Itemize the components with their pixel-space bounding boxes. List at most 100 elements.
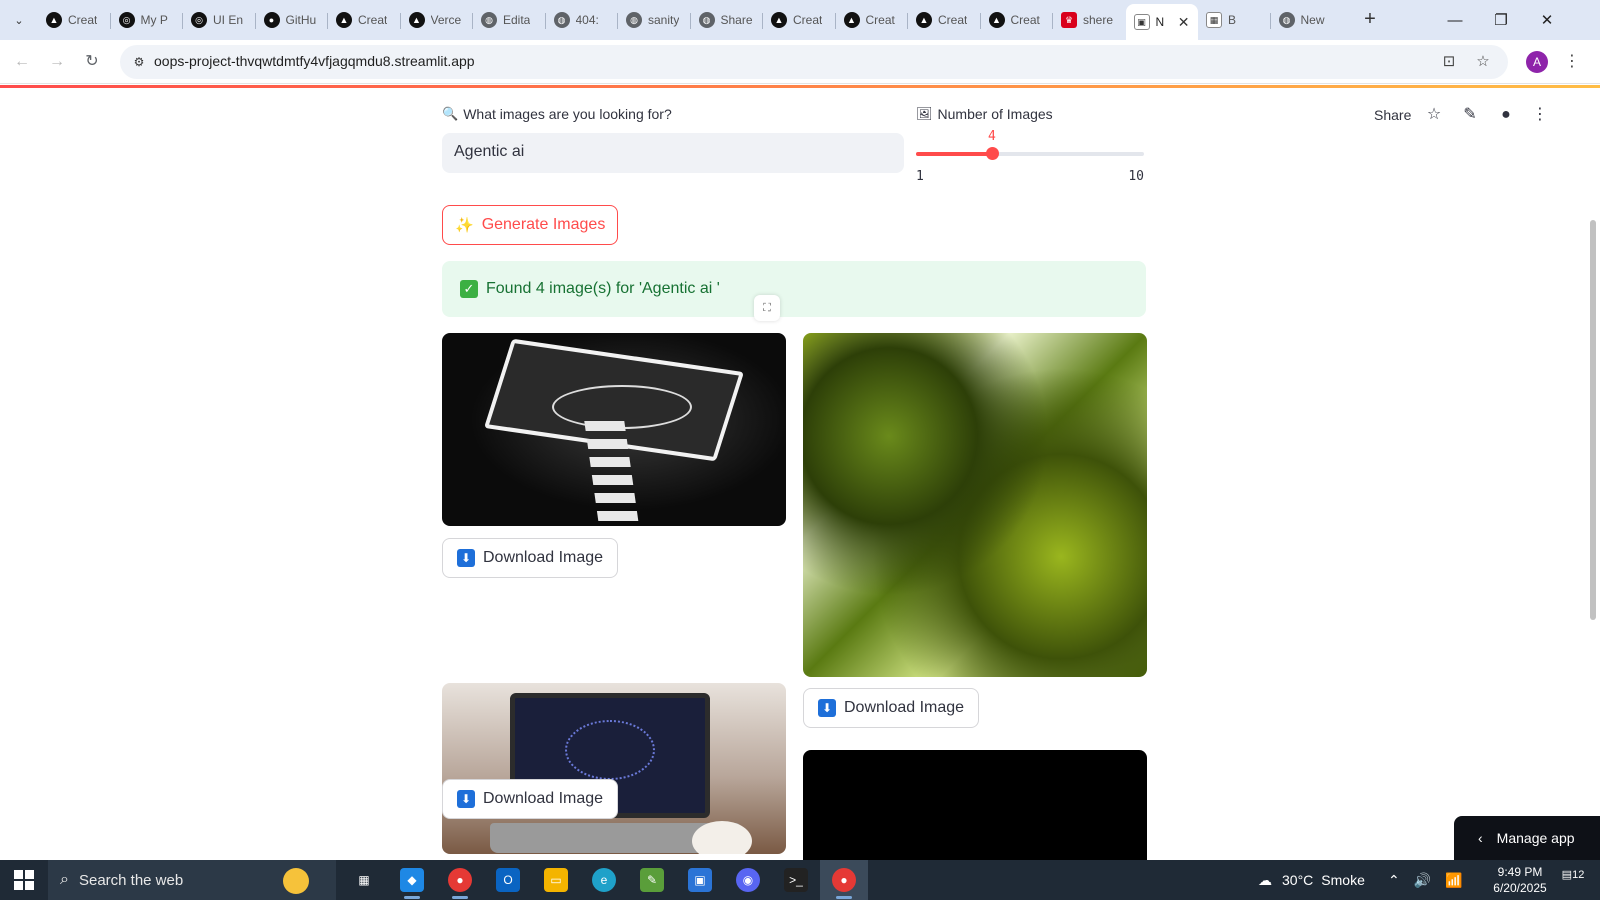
close-window-icon[interactable]: ✕	[1524, 0, 1570, 40]
slider-fill	[916, 152, 992, 156]
magnifier-icon: 🔍	[442, 106, 459, 121]
browser-menu-icon[interactable]: ⋮	[1564, 50, 1580, 74]
search-input[interactable]: Agentic ai	[442, 133, 904, 173]
download-image-button-3[interactable]: ⬇ Download Image	[442, 779, 619, 819]
back-icon[interactable]: ←	[10, 50, 34, 74]
tab-search-chevron-icon[interactable]: ⌄	[6, 8, 32, 32]
vscode-icon[interactable]: ◆	[388, 860, 436, 900]
app-menu-icon[interactable]: ⋮	[1528, 103, 1552, 127]
forward-icon[interactable]: →	[45, 50, 69, 74]
chrome-profile-icon[interactable]: ●	[436, 860, 484, 900]
install-app-icon[interactable]: ⊡	[1438, 51, 1460, 73]
slider-min: 1	[916, 169, 924, 184]
browser-tab-15[interactable]: ♛ shere	[1053, 6, 1125, 34]
new-tab-button[interactable]: +	[1356, 8, 1384, 32]
browser-tab-11[interactable]: ▲ Creat	[763, 6, 835, 34]
browser-tab-7[interactable]: ◍ Edita	[473, 6, 545, 34]
chrome-icon[interactable]: ●	[820, 860, 868, 900]
manage-app-button[interactable]: ‹ Manage app	[1454, 816, 1600, 860]
download-arrow-icon: ⬇	[457, 549, 475, 567]
restore-icon[interactable]: ❐	[1478, 0, 1524, 40]
search-field-label: 🔍 What images are you looking for?	[442, 106, 672, 122]
browser-tab-8[interactable]: ◍ 404:	[546, 6, 618, 34]
generate-images-button[interactable]: ✨ Generate Images	[442, 205, 619, 245]
browser-tab-4[interactable]: ● GitHu	[256, 6, 328, 34]
globe-icon: ◍	[1278, 12, 1295, 28]
taskbar-clock[interactable]: 9:49 PM 6/20/2025	[1478, 864, 1562, 896]
tab-label: New	[1300, 13, 1325, 27]
success-alert: ✓ Found 4 image(s) for 'Agentic ai '	[442, 261, 1146, 317]
picture-icon: 🖼	[916, 106, 933, 121]
browser-tab-14[interactable]: ▲ Creat	[981, 6, 1053, 34]
bookmark-star-icon[interactable]: ☆	[1472, 51, 1494, 73]
weather-smoke-icon: ☁	[1258, 871, 1272, 888]
notification-center-icon[interactable]: ▤12	[1558, 868, 1588, 892]
outlook-icon[interactable]: O	[484, 860, 532, 900]
download-image-button-1[interactable]: ⬇ Download Image	[442, 538, 619, 578]
browser-tab-17[interactable]: ▦ B	[1198, 6, 1270, 34]
edit-pencil-icon[interactable]: ✎	[1458, 103, 1482, 127]
share-button[interactable]: Share	[1374, 103, 1411, 127]
store-icon[interactable]: ▣	[676, 860, 724, 900]
share-label: Share	[1374, 107, 1412, 123]
tab-label: Verce	[430, 13, 462, 27]
tab-label: Creat	[358, 13, 388, 27]
browser-tab-6[interactable]: ▲ Verce	[401, 6, 473, 34]
browser-tab-2[interactable]: ◎ My P	[111, 6, 183, 34]
globe-icon: ◍	[481, 12, 497, 28]
openai-logo-icon: ◎	[191, 12, 207, 28]
check-icon: ✓	[460, 280, 478, 298]
browser-tab-10[interactable]: ◍ Share	[691, 6, 763, 34]
tab-label: Share	[720, 13, 753, 27]
streamlit-image-icon: ▣	[1133, 14, 1150, 30]
favorite-star-icon[interactable]: ☆	[1422, 103, 1446, 127]
page-scrollbar[interactable]	[1590, 220, 1596, 620]
notification-count: 12	[1572, 869, 1585, 881]
result-image-4	[803, 750, 1147, 860]
slider-thumb[interactable]	[985, 147, 999, 160]
tab-label: Creat	[793, 13, 823, 27]
triangle-logo-icon: ▲	[408, 12, 425, 28]
github-icon[interactable]: ●	[1494, 103, 1518, 127]
browser-tab-9[interactable]: ◍ sanity	[618, 6, 690, 34]
notepad-icon[interactable]: ✎	[628, 860, 676, 900]
browser-tab-18[interactable]: ◍ New	[1271, 6, 1343, 34]
browser-tab-3[interactable]: ◎ UI En	[183, 6, 255, 34]
github-logo-icon: ●	[263, 12, 280, 28]
number-of-images-slider: 🖼 Number of Images 4 1 10	[916, 85, 1144, 195]
browser-tab-12[interactable]: ▲ Creat	[836, 6, 908, 34]
terminal-icon[interactable]: >_	[772, 860, 820, 900]
url-text[interactable]: oops-project-thvqwtdmtfy4vfjagqmdu8.stre…	[154, 53, 475, 69]
slider-track[interactable]	[916, 147, 1144, 160]
weather-widget[interactable]: ☁ 30°C Smoke	[1258, 860, 1365, 900]
fullscreen-expand-icon[interactable]: ⛶	[754, 295, 780, 321]
site-info-icon[interactable]: ⚙	[128, 51, 150, 73]
minimize-icon[interactable]: —	[1432, 0, 1478, 40]
windows-start-icon[interactable]	[14, 870, 34, 890]
browser-tab-13[interactable]: ▲ Creat	[908, 6, 980, 34]
download-image-button-2[interactable]: ⬇ Download Image	[803, 688, 980, 728]
chevron-up-icon[interactable]: ⌃	[1388, 872, 1400, 889]
discord-icon[interactable]: ◉	[724, 860, 772, 900]
tab-label: Creat	[865, 13, 895, 27]
browser-tab-5[interactable]: ▲ Creat	[328, 6, 400, 34]
speaker-icon[interactable]: 🔊	[1414, 872, 1431, 889]
close-tab-icon[interactable]: ✕	[1178, 14, 1190, 31]
triangle-logo-icon: ▲	[46, 12, 62, 28]
browser-tab-16[interactable]: ▣ N ✕	[1125, 4, 1198, 40]
app-viewport: Share ☆ ✎ ● ⋮ 🔍 What images are you look…	[0, 85, 1600, 860]
profile-avatar[interactable]: A	[1526, 51, 1548, 73]
task-view-icon[interactable]: ▦	[340, 860, 388, 900]
edge-icon[interactable]: e	[580, 860, 628, 900]
result-image-3	[442, 683, 786, 854]
slider-max: 10	[1128, 169, 1144, 184]
omnibox[interactable]: ⚙ oops-project-thvqwtdmtfy4vfjagqmdu8.st…	[120, 45, 1508, 79]
tab-label: Creat	[938, 13, 968, 27]
globe-icon: ◍	[553, 12, 570, 28]
browser-tab-1[interactable]: ▲ Creat	[38, 6, 110, 34]
wifi-icon[interactable]: 📶	[1445, 872, 1462, 889]
reload-icon[interactable]: ↻	[80, 50, 104, 74]
slider-label: 🖼 Number of Images	[916, 106, 1053, 122]
file-explorer-icon[interactable]: ▭	[532, 860, 580, 900]
triangle-logo-icon: ▲	[771, 12, 787, 28]
